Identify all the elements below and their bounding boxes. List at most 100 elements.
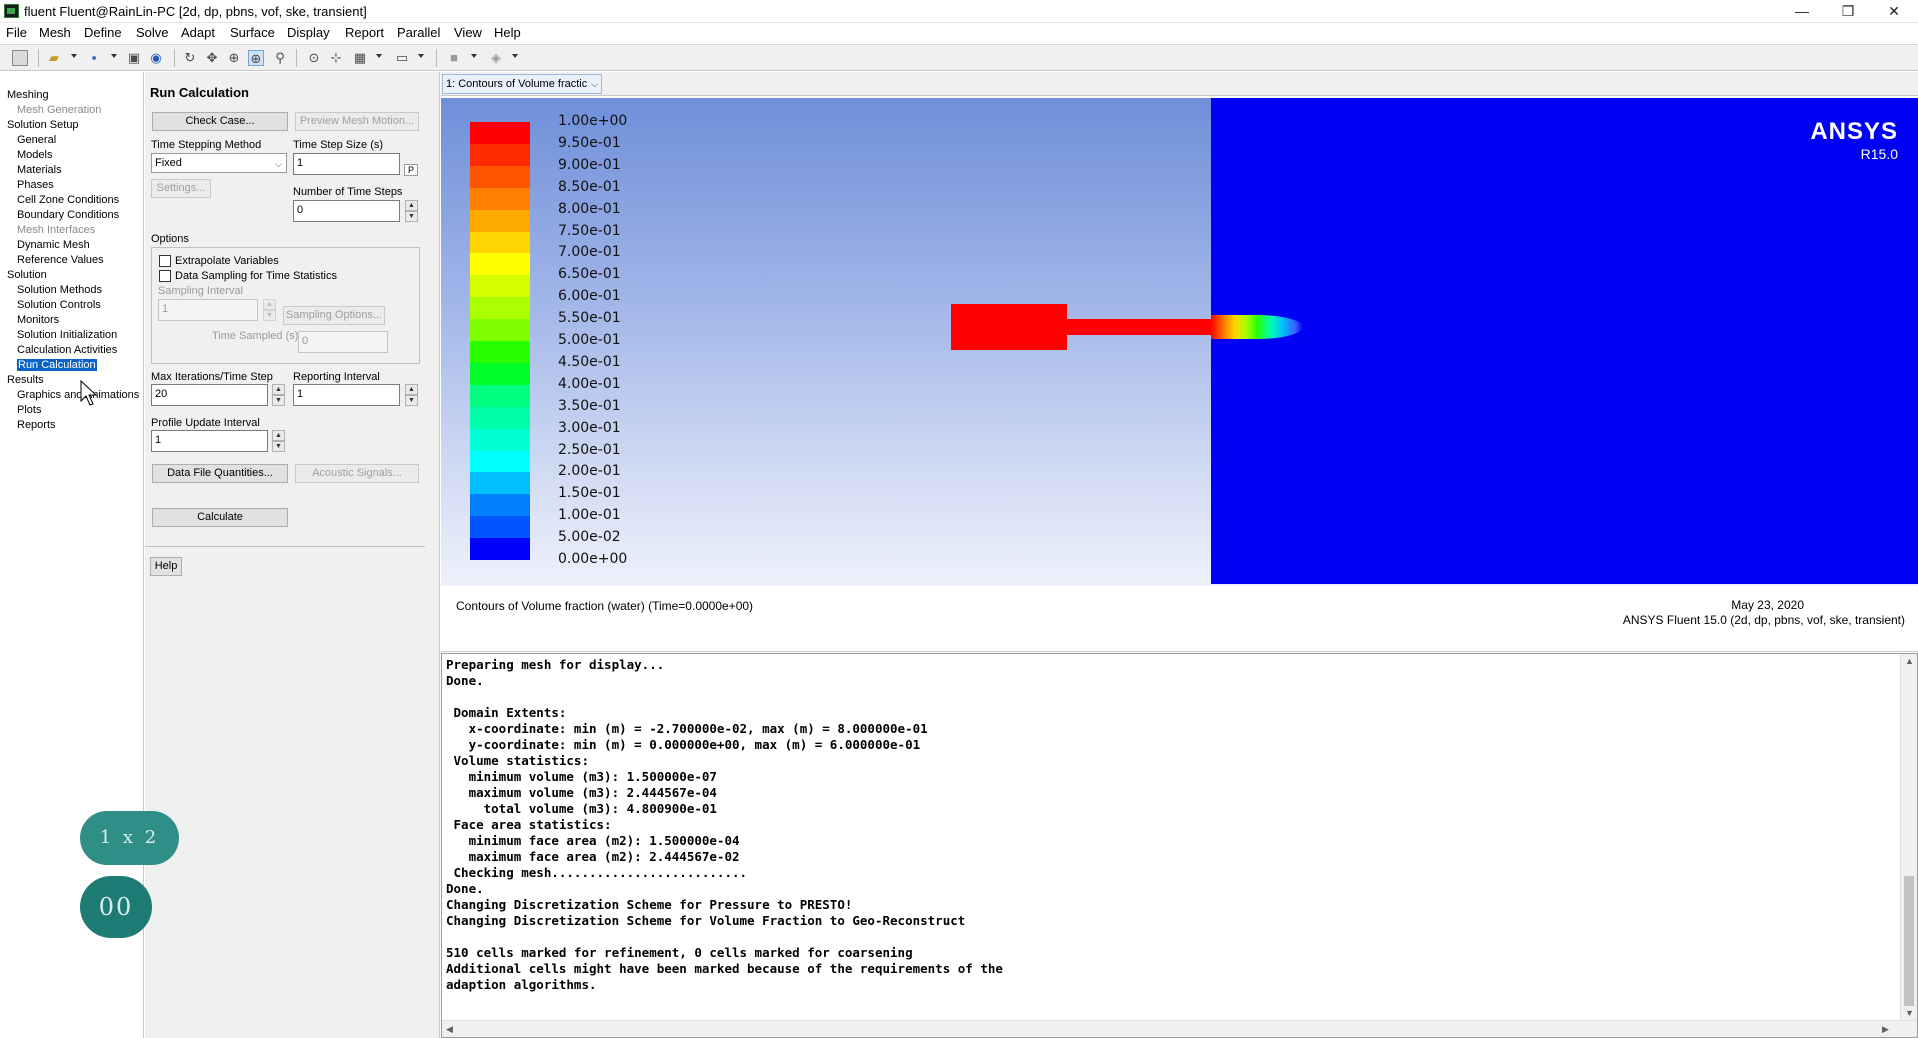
reporting-interval-input[interactable]: 1: [293, 384, 400, 406]
menu-file[interactable]: File: [6, 25, 27, 40]
axis-icon[interactable]: ▦: [352, 50, 368, 66]
colormap-tick-label: 2.00e-01: [558, 463, 621, 480]
profile-update-spinner[interactable]: ▲ ▼: [272, 430, 285, 452]
nav-cell-zone-conditions[interactable]: Cell Zone Conditions: [17, 194, 119, 206]
nav-general[interactable]: General: [17, 134, 56, 146]
calculate-button[interactable]: Calculate: [152, 508, 288, 527]
nav-solution-setup[interactable]: Solution Setup: [7, 119, 79, 131]
number-of-time-steps-input[interactable]: 0: [293, 200, 400, 222]
time-sampled-input[interactable]: 0: [298, 331, 388, 353]
check-case-button[interactable]: Check Case...: [152, 112, 288, 131]
sampling-interval-label: Sampling Interval: [158, 285, 243, 297]
counter-bubble[interactable]: 00: [80, 876, 152, 938]
axis-dropdown-icon[interactable]: [376, 54, 382, 58]
menu-parallel[interactable]: Parallel: [397, 25, 440, 40]
graphics-window-tab[interactable]: 1: Contours of Volume fractic ⌵: [442, 74, 602, 94]
time-step-size-input[interactable]: 1: [293, 153, 400, 175]
sampling-options-button[interactable]: Sampling Options...: [283, 306, 385, 325]
nav-results[interactable]: Results: [7, 374, 44, 386]
print-icon[interactable]: ▣: [126, 50, 142, 66]
sampling-interval-spinner[interactable]: ▲ ▼: [263, 299, 276, 321]
text-console[interactable]: Preparing mesh for display... Done. Domai…: [441, 653, 1918, 1038]
zoom-box-icon[interactable]: ⊕: [248, 50, 264, 66]
nav-graphics-and-animations[interactable]: Graphics and Animations: [17, 389, 139, 401]
scrollbar-thumb[interactable]: [1904, 876, 1914, 1006]
menu-report[interactable]: Report: [345, 25, 384, 40]
layout-dropdown-icon[interactable]: [418, 54, 424, 58]
cube-icon[interactable]: ◈: [488, 50, 504, 66]
minimize-button[interactable]: —: [1780, 1, 1824, 22]
max-iterations-spinner[interactable]: ▲ ▼: [272, 384, 285, 406]
nav-models[interactable]: Models: [17, 149, 52, 161]
open-dropdown-icon[interactable]: [71, 54, 77, 58]
cube-dropdown-icon[interactable]: [512, 54, 518, 58]
nav-dynamic-mesh[interactable]: Dynamic Mesh: [17, 239, 90, 251]
measure-icon[interactable]: ⊹: [328, 50, 344, 66]
open-folder-icon[interactable]: ▰: [46, 50, 62, 66]
menu-display[interactable]: Display: [287, 25, 330, 40]
menu-view[interactable]: View: [454, 25, 482, 40]
nav-run-calculation[interactable]: Run Calculation: [17, 359, 97, 371]
extrapolate-variables-checkbox[interactable]: [159, 255, 171, 267]
translate-icon[interactable]: ✥: [204, 50, 220, 66]
acoustic-signals-button[interactable]: Acoustic Signals...: [295, 464, 419, 483]
scroll-left-icon[interactable]: ◀: [446, 1024, 453, 1035]
console-horizontal-scrollbar[interactable]: ◀ ▶: [442, 1020, 1917, 1037]
colormap-band: [470, 187, 530, 211]
menu-define[interactable]: Define: [84, 25, 122, 40]
nav-materials[interactable]: Materials: [17, 164, 62, 176]
data-file-quantities-button[interactable]: Data File Quantities...: [152, 464, 288, 483]
nav-mesh-generation[interactable]: Mesh Generation: [17, 104, 101, 116]
profile-update-interval-input[interactable]: 1: [151, 430, 268, 452]
time-steps-spinner[interactable]: ▲ ▼: [405, 200, 418, 222]
nav-solution-controls[interactable]: Solution Controls: [17, 299, 101, 311]
fit-view-icon[interactable]: ⊙: [306, 50, 322, 66]
nav-plots[interactable]: Plots: [17, 404, 41, 416]
reporting-interval-spinner[interactable]: ▲ ▼: [405, 384, 418, 406]
preview-mesh-motion-button[interactable]: Preview Mesh Motion...: [295, 112, 419, 131]
menu-adapt[interactable]: Adapt: [181, 25, 215, 40]
window-icon[interactable]: ■: [446, 50, 462, 66]
graphics-viewport[interactable]: 1.00e+00 9.50e-01 9.00e-01 8.50e-01 8.00e-01…: [441, 98, 1918, 586]
playback-speed-bubble[interactable]: 1 x 2: [80, 811, 179, 865]
time-stepping-method-select[interactable]: Fixed ⌵: [151, 153, 287, 173]
nav-reference-values[interactable]: Reference Values: [17, 254, 104, 266]
help-button[interactable]: Help: [150, 557, 182, 576]
menu-solve[interactable]: Solve: [136, 25, 169, 40]
layout-icon[interactable]: ▭: [394, 50, 410, 66]
nav-solution[interactable]: Solution: [7, 269, 47, 281]
nav-mesh-interfaces[interactable]: Mesh Interfaces: [17, 224, 95, 236]
nav-calculation-activities[interactable]: Calculation Activities: [17, 344, 117, 356]
sampling-interval-input[interactable]: 1: [158, 299, 258, 321]
window-dropdown-icon[interactable]: [471, 54, 477, 58]
menu-mesh[interactable]: Mesh: [39, 25, 71, 40]
nav-solution-methods[interactable]: Solution Methods: [17, 284, 102, 296]
max-iterations-input[interactable]: 20: [151, 384, 268, 406]
close-button[interactable]: ✕: [1872, 1, 1916, 22]
rotate-icon[interactable]: ↻: [182, 50, 198, 66]
console-vertical-scrollbar[interactable]: ▲ ▼: [1900, 654, 1917, 1021]
menu-help[interactable]: Help: [494, 25, 521, 40]
save-icon[interactable]: ▪: [86, 50, 102, 66]
scroll-down-icon[interactable]: ▼: [1905, 1008, 1914, 1018]
nav-reports[interactable]: Reports: [17, 419, 56, 431]
scroll-up-icon[interactable]: ▲: [1905, 656, 1914, 666]
zoom-icon[interactable]: ⊕: [226, 50, 242, 66]
save-dropdown-icon[interactable]: [111, 54, 117, 58]
help-circle-icon[interactable]: ◉: [148, 50, 164, 66]
nav-boundary-conditions[interactable]: Boundary Conditions: [17, 209, 119, 221]
nav-phases[interactable]: Phases: [17, 179, 54, 191]
data-sampling-checkbox[interactable]: [159, 270, 171, 282]
parameter-button[interactable]: P: [404, 164, 418, 176]
menu-surface[interactable]: Surface: [230, 25, 275, 40]
nav-meshing[interactable]: Meshing: [7, 89, 49, 101]
scroll-right-icon[interactable]: ▶: [1882, 1024, 1889, 1035]
nozzle-volume-fraction-region: [1067, 319, 1211, 335]
number-of-time-steps-label: Number of Time Steps: [293, 186, 403, 198]
restore-button[interactable]: ❐: [1826, 1, 1870, 22]
nav-monitors[interactable]: Monitors: [17, 314, 59, 326]
probe-icon[interactable]: ⚲: [272, 50, 288, 66]
settings-button[interactable]: Settings...: [151, 179, 211, 198]
nav-solution-initialization[interactable]: Solution Initialization: [17, 329, 117, 341]
colormap-tick-label: 1.00e+00: [558, 113, 628, 129]
